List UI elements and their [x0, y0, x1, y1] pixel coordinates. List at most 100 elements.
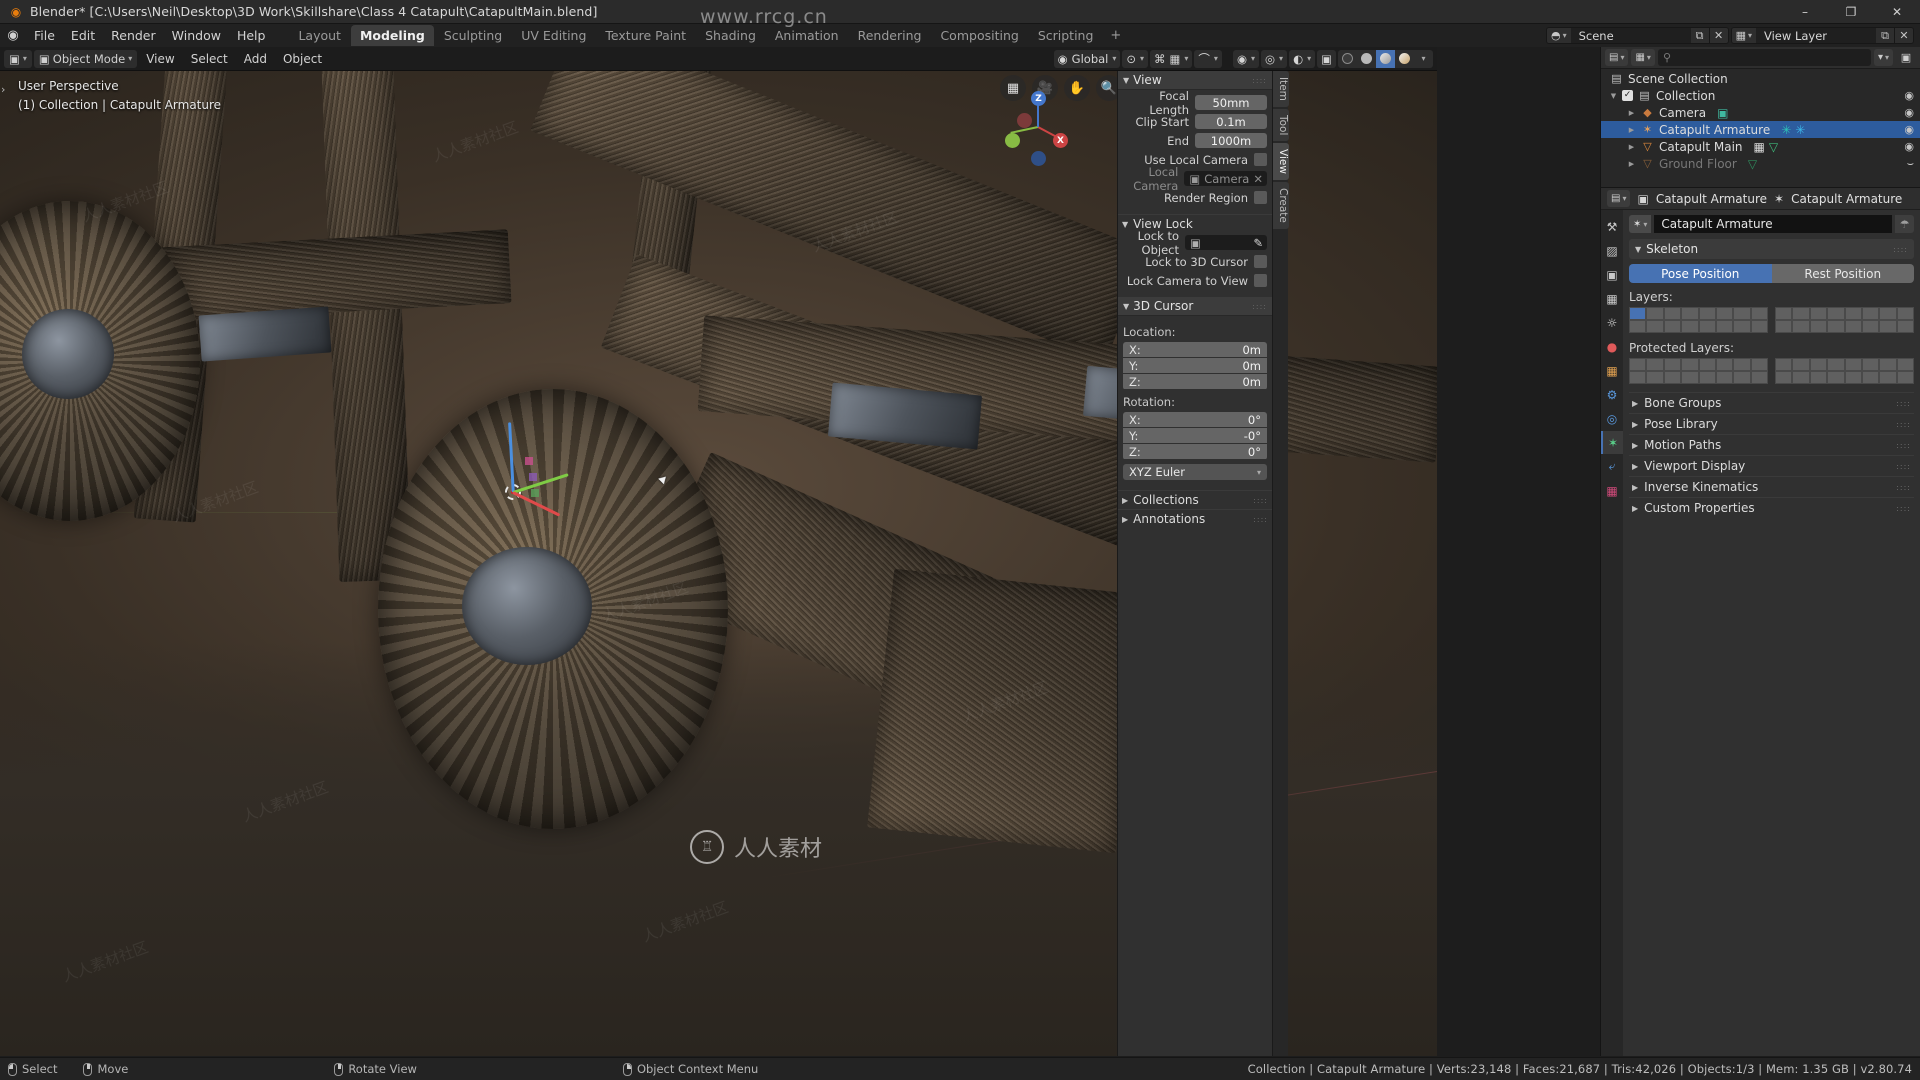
disclosure-triangle-icon[interactable]: ▶ [1627, 109, 1636, 117]
visibility-eye-icon[interactable]: ◉ [1904, 106, 1914, 119]
protected-layer-cell[interactable] [1809, 371, 1828, 384]
view-layer-name[interactable]: View Layer [1756, 27, 1876, 44]
custom-properties-panel-header[interactable]: ▶ Custom Properties :::: [1629, 497, 1914, 518]
outliner-filter-button[interactable]: ▾ ▾ [1873, 49, 1893, 66]
editor-type-selector[interactable]: ▣ ▾ [4, 49, 32, 68]
layer-cell[interactable] [1879, 307, 1897, 320]
layer-cell[interactable] [1809, 320, 1828, 333]
skeleton-panel-header[interactable]: ▼ Skeleton :::: [1629, 239, 1914, 259]
layer-cell[interactable] [1750, 307, 1768, 320]
outliner-row-catapult-armature[interactable]: ▶ ✶ Catapult Armature ✳ ✳ ◉ [1601, 121, 1920, 138]
shading-popover-button[interactable]: ▾ [1414, 50, 1433, 68]
protected-layer-cell[interactable] [1827, 371, 1845, 384]
outliner-row-collection[interactable]: ▼ ✓ ▤ Collection ◉ [1601, 87, 1920, 104]
protected-layer-cell[interactable] [1844, 358, 1862, 371]
layer-cell[interactable] [1681, 320, 1699, 333]
menu-file[interactable]: File [26, 26, 63, 45]
snapping-toggle[interactable]: ⌘ ▦ ▾ [1150, 49, 1193, 68]
maximize-button[interactable]: ❐ [1828, 0, 1874, 23]
visibility-eye-icon[interactable]: ◉ [1904, 123, 1914, 136]
lock-camera-to-view-checkbox[interactable] [1254, 274, 1267, 287]
protected-layer-cell[interactable] [1629, 358, 1647, 371]
protected-layer-cell[interactable] [1750, 358, 1768, 371]
sidebar-tab-item[interactable]: Item [1273, 71, 1289, 107]
viewport-menu-object[interactable]: Object [276, 52, 329, 66]
annotations-panel-header[interactable]: ▶ Annotations :::: [1118, 509, 1272, 528]
shading-wireframe-button[interactable] [1338, 50, 1357, 68]
clip-start-field[interactable]: 0.1m [1195, 114, 1267, 129]
3d-cursor-panel-header[interactable]: ▼ 3D Cursor :::: [1118, 297, 1272, 316]
armature-data-browse-button[interactable]: ✶ ▾ [1629, 215, 1652, 233]
transform-gizmo[interactable] [508, 422, 569, 517]
transform-orientation-selector[interactable]: ◉ Global ▾ [1053, 49, 1121, 68]
layer-cell[interactable] [1809, 307, 1828, 320]
toolbar-expand-arrow[interactable]: › [1, 83, 5, 96]
visibility-selector[interactable]: ◉ ▾ [1232, 49, 1259, 68]
protected-layer-cell[interactable] [1733, 371, 1751, 384]
breadcrumb-armature-label[interactable]: Catapult Armature [1791, 192, 1902, 206]
protected-layer-cell[interactable] [1646, 358, 1664, 371]
cursor-location-z[interactable]: Z: 0m [1123, 374, 1267, 389]
workspace-tab-scripting[interactable]: Scripting [1029, 25, 1103, 46]
clip-end-field[interactable]: 1000m [1195, 133, 1267, 148]
blender-menu-icon[interactable]: ◉ [0, 28, 26, 43]
disclosure-triangle-icon[interactable]: ▼ [1609, 92, 1618, 100]
gizmo-plane-yz[interactable] [529, 473, 537, 481]
cursor-location-x[interactable]: X: 0m [1123, 342, 1267, 357]
add-workspace-button[interactable]: + [1103, 26, 1128, 45]
workspace-tab-sculpting[interactable]: Sculpting [435, 25, 511, 46]
layer-cell[interactable] [1681, 307, 1699, 320]
lock-to-3d-cursor-checkbox[interactable] [1254, 255, 1267, 268]
workspace-tab-uv-editing[interactable]: UV Editing [512, 25, 595, 46]
layer-cell[interactable] [1861, 320, 1880, 333]
properties-tab-physics[interactable]: ◎ [1601, 407, 1623, 430]
protected-layer-cell[interactable] [1681, 358, 1699, 371]
protected-layer-cell[interactable] [1775, 371, 1793, 384]
protected-layer-cell[interactable] [1715, 371, 1734, 384]
armature-name-field[interactable]: Catapult Armature [1654, 215, 1892, 233]
protected-layer-cell[interactable] [1646, 371, 1664, 384]
viewlayer-new-button[interactable]: ⧉ [1876, 27, 1895, 44]
menu-help[interactable]: Help [229, 26, 274, 45]
camera-data-icon[interactable]: ▣ [1717, 106, 1728, 120]
overlays-toggle[interactable]: ◐ ▾ [1289, 49, 1316, 68]
protected-layer-cell[interactable] [1698, 371, 1716, 384]
protected-layer-cell[interactable] [1733, 358, 1751, 371]
gizmo-ball-neg-z[interactable] [1031, 151, 1046, 166]
gizmo-toggle[interactable]: ◎ ▾ [1261, 49, 1288, 68]
gizmo-plane-xz[interactable] [531, 489, 539, 497]
outliner-search-input[interactable]: ⚲ [1657, 49, 1871, 66]
outliner-row-ground-floor[interactable]: ▶ ▽ Ground Floor ▽ ⌣ [1601, 155, 1920, 172]
layer-cell[interactable] [1646, 307, 1664, 320]
layer-cell[interactable] [1827, 320, 1845, 333]
view-layer-icon[interactable]: ▦ ▾ [1730, 27, 1756, 44]
layer-cell[interactable] [1879, 320, 1897, 333]
disclosure-triangle-icon[interactable]: ▶ [1627, 160, 1636, 168]
properties-tab-texture[interactable]: ▦ [1601, 479, 1623, 502]
outliner-display-mode-selector[interactable]: ▦ ▾ [1631, 49, 1655, 66]
cursor-rotation-x[interactable]: X: 0° [1123, 412, 1267, 427]
workspace-tab-texture-paint[interactable]: Texture Paint [596, 25, 695, 46]
protected-layer-cell[interactable] [1775, 358, 1793, 371]
workspace-tab-shading[interactable]: Shading [696, 25, 765, 46]
disclosure-triangle-icon[interactable]: ▶ [1627, 126, 1636, 134]
viewport-display-panel-header[interactable]: ▶ Viewport Display :::: [1629, 455, 1914, 476]
modifier-icon[interactable]: ▦ [1754, 140, 1765, 154]
protected-layer-cell[interactable] [1844, 371, 1862, 384]
layer-cell[interactable] [1715, 307, 1734, 320]
visibility-eye-icon[interactable]: ◉ [1904, 89, 1914, 102]
properties-tab-tool[interactable]: ⚒ [1601, 215, 1623, 238]
protected-layer-cell[interactable] [1861, 371, 1880, 384]
cursor-location-y[interactable]: Y: 0m [1123, 358, 1267, 373]
breadcrumb-object-label[interactable]: Catapult Armature [1656, 192, 1767, 206]
scene-icon[interactable]: ◓ ▾ [1545, 27, 1571, 44]
protected-layer-cell[interactable] [1715, 358, 1734, 371]
viewlayer-selector[interactable]: ▦ ▾ View Layer ⧉ ✕ [1730, 27, 1914, 44]
protected-layer-cell[interactable] [1896, 371, 1914, 384]
protected-layer-cell[interactable] [1879, 371, 1897, 384]
layer-cell[interactable] [1792, 320, 1810, 333]
protected-layer-cell[interactable] [1809, 358, 1828, 371]
layer-cell[interactable] [1663, 307, 1682, 320]
rotation-mode-selector[interactable]: XYZ Euler ▾ [1123, 464, 1267, 480]
pose-library-panel-header[interactable]: ▶ Pose Library :::: [1629, 413, 1914, 434]
